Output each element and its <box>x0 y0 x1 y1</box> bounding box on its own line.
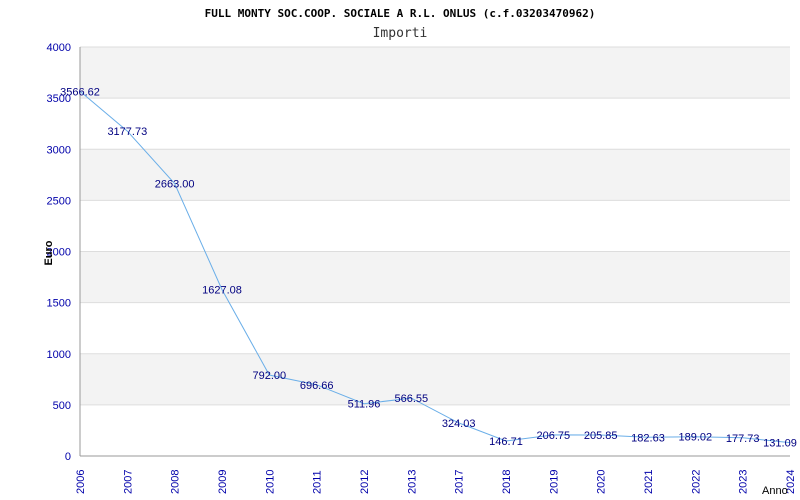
data-label: 1627.08 <box>202 285 242 297</box>
background-band <box>80 149 790 201</box>
x-tick-label: 2023 <box>738 470 750 494</box>
y-tick-label: 0 <box>65 451 71 463</box>
background-bands <box>80 47 790 405</box>
y-tick-label: 1500 <box>47 298 71 310</box>
x-tick-label: 2021 <box>643 470 655 494</box>
x-axis-label: Anno <box>762 485 788 497</box>
data-label: 131.09 <box>763 438 797 450</box>
data-label: 177.73 <box>726 433 760 445</box>
line-chart: 05001000150020002500300035004000 2006 200… <box>43 7 797 497</box>
x-tick-label: 2020 <box>596 470 608 494</box>
y-tick-label: 500 <box>53 400 71 412</box>
x-tick-label: 2011 <box>312 470 324 494</box>
x-tick-label: 2019 <box>548 470 560 494</box>
x-tick-label: 2013 <box>406 470 418 494</box>
x-tick-label: 2008 <box>170 470 182 494</box>
data-label: 182.63 <box>631 432 665 444</box>
x-tick-label: 2017 <box>454 470 466 494</box>
x-tick-label: 2010 <box>264 470 276 494</box>
y-tick-label: 2500 <box>47 195 71 207</box>
data-label: 146.71 <box>489 436 523 448</box>
x-tick-label: 2022 <box>690 470 702 494</box>
x-tick-label: 2006 <box>75 470 87 494</box>
chart-subtitle: Importi <box>373 26 428 41</box>
x-tick-label: 2009 <box>217 470 229 494</box>
data-label: 566.55 <box>395 393 429 405</box>
y-tick-label: 1000 <box>47 349 71 361</box>
y-axis-label: Euro <box>43 240 55 265</box>
data-label: 2663.00 <box>155 179 195 191</box>
data-label: 206.75 <box>537 430 571 442</box>
y-tick-label: 4000 <box>47 42 71 54</box>
background-band <box>80 251 790 303</box>
y-tick-label: 3000 <box>47 144 71 156</box>
x-tick-label: 2007 <box>122 470 134 494</box>
data-label: 3177.73 <box>107 126 147 138</box>
x-tick-labels: 2006 2007 2008 2009 2010 2011 2012 2013 2017 2018… <box>75 470 797 494</box>
data-label: 696.66 <box>300 380 334 392</box>
x-tick-label: 2012 <box>359 470 371 494</box>
data-label: 3566.62 <box>60 86 100 98</box>
background-band <box>80 353 790 405</box>
data-label: 324.03 <box>442 418 476 430</box>
data-label: 205.85 <box>584 430 618 442</box>
x-tick-label: 2018 <box>501 470 513 494</box>
background-band <box>80 47 790 99</box>
data-label: 511.96 <box>348 399 381 411</box>
data-label: 189.02 <box>679 432 713 444</box>
chart-title: FULL MONTY SOC.COOP. SOCIALE A R.L. ONLU… <box>205 7 596 20</box>
data-label: 792.00 <box>253 370 287 382</box>
